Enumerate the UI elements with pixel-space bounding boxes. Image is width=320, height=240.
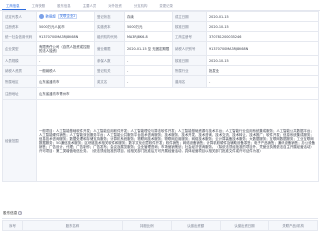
taxpayer-qual-label: 纳税人资质 <box>2 65 37 76</box>
scope-label: 经营范围 <box>2 99 37 182</box>
en-name-label: 英文名 <box>94 75 125 88</box>
period-label: 营业期限 <box>94 41 125 56</box>
taxpayer-qual-value: 一般纳税人 <box>36 65 95 76</box>
avatar <box>39 13 44 19</box>
active-tab-indicator <box>2 8 26 10</box>
col-header-amount: 认缴出资额 <box>170 220 221 231</box>
reg-authority-value: - <box>124 65 173 76</box>
type-label: 企业类型 <box>2 41 37 56</box>
col-header-date: 认缴出资日期 <box>219 220 270 231</box>
section-title: 股东信息? <box>3 211 22 216</box>
paid-capital-label: 实缴资本 <box>94 21 125 32</box>
est-date-value: 2020-01-15 <box>206 11 319 22</box>
approve-date-2-label: 核准日期 <box>172 55 207 66</box>
status-label: 登记状态 <box>94 11 125 22</box>
scope-value: 一般项目：人工智能基础软件开发；人工智能应用软件开发；人工智能理论与算法软件开发… <box>36 99 319 182</box>
help-icon[interactable]: ? <box>18 211 22 215</box>
tab-bar: 工商信息 工商快照 股东信息 主要人员 对外投资 分支机构 变更记录 <box>0 0 320 10</box>
insured-value: - <box>124 55 173 66</box>
col-header-name: 股东名称 <box>22 220 123 231</box>
reg-authority-label: 登记机关 <box>94 65 125 76</box>
tab-divider <box>0 9 320 11</box>
biz-reg-label: 工商注册号 <box>172 31 207 42</box>
address-label: 注册地址 <box>2 87 37 100</box>
type-value: 有限责任公司（自然人投资或控股的法人独资） <box>36 41 95 56</box>
staff-value: - <box>36 55 95 66</box>
legal-rep-link[interactable]: 韩德超 <box>46 14 56 18</box>
industry-value: 批发业 <box>206 65 319 76</box>
used-name-label: 曾用名 <box>172 75 207 88</box>
biz-reg-value: 370781200035246 <box>206 31 319 42</box>
approve-date-value: 2020-10-15 <box>206 21 319 32</box>
shareholder-section: 股东信息? 序号 股东名称 持股比例 认缴出资额 认缴出资日期 关联产品/机构 <box>0 208 320 240</box>
reg-capital-label: 注册资本 <box>2 21 37 32</box>
col-header-index: 序号 <box>2 220 23 231</box>
insured-label: 参保人数 <box>94 55 125 66</box>
paid-capital-value: 5000万元 <box>124 21 173 32</box>
est-date-label: 成立日期 <box>172 11 207 22</box>
en-name-value: - <box>124 75 173 88</box>
period-value: 2020-01-15 至 无固定期限 <box>124 41 173 56</box>
legal-rep-label: 法定代表人 <box>2 11 37 22</box>
staff-label: 人员规模 <box>2 55 37 66</box>
reg-capital-value: 5000万元人民币 <box>36 21 95 32</box>
industry-label: 所属行业 <box>172 65 207 76</box>
approve-date-label: 核准日期 <box>172 21 207 32</box>
org-code-label: 组织机构代码 <box>94 31 125 42</box>
shareholder-table: 序号 股东名称 持股比例 认缴出资额 认缴出资日期 关联产品/机构 <box>2 220 318 231</box>
col-header-related: 关联产品/机构 <box>268 220 318 231</box>
credit-code-value: 91370700MA3RJ8K68N <box>36 31 95 42</box>
approve-date-2-value: 2020-10-15 <box>206 55 319 66</box>
col-header-ratio: 持股比例 <box>122 220 172 231</box>
address-value: 山东省潍坊市青州市 <box>36 87 319 100</box>
used-name-value: - <box>206 75 319 88</box>
taxpayer-value: 91370700MA3RJ8K68N <box>206 41 319 56</box>
taxpayer-label: 纳税人识别号 <box>172 41 207 56</box>
section-divider <box>2 217 318 219</box>
region-value: 山东省潍坊市 <box>36 75 95 88</box>
legal-rep-cell: 韩德超 关联企业2 <box>36 11 95 22</box>
status-value: 存续 <box>124 11 173 22</box>
section-title-text: 股东信息 <box>3 211 18 215</box>
credit-code-label: 统一社会信用代码 <box>2 31 37 42</box>
region-label: 所属地区 <box>2 75 37 88</box>
business-info-table: 法定代表人 韩德超 关联企业2 登记状态 存续 成立日期 2020-01-15 注… <box>2 11 319 182</box>
org-code-value: MA3RJ8K6-8 <box>124 31 173 42</box>
related-company-tag[interactable]: 关联企业2 <box>57 14 78 20</box>
